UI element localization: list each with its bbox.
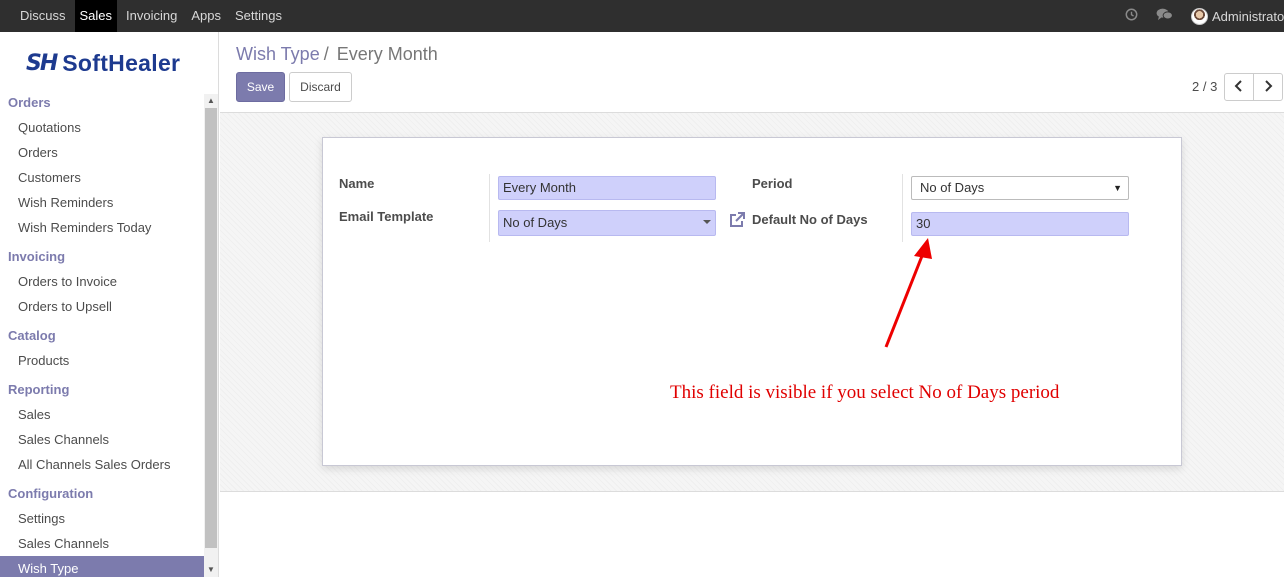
sidebar-item-wish-reminders-today[interactable]: Wish Reminders Today xyxy=(0,215,204,240)
period-select[interactable]: No of Days ▼ xyxy=(911,176,1129,200)
external-link-icon[interactable] xyxy=(728,211,746,229)
sidebar-item-orders-to-upsell[interactable]: Orders to Upsell xyxy=(0,294,204,319)
user-avatar[interactable] xyxy=(1191,7,1208,25)
sidebar-item-settings[interactable]: Settings xyxy=(0,506,204,531)
pager-value[interactable]: 2 / 3 xyxy=(1192,79,1217,94)
period-value: No of Days xyxy=(920,180,985,195)
name-label: Name xyxy=(339,176,375,191)
nav-invoicing[interactable]: Invoicing xyxy=(121,0,182,32)
sidebar-item-customers[interactable]: Customers xyxy=(0,165,204,190)
sidebar-item-products[interactable]: Products xyxy=(0,348,204,373)
annotation-text: This field is visible if you select No o… xyxy=(670,382,1060,403)
nav-discuss[interactable]: Discuss xyxy=(15,0,71,32)
select-caret-icon: ▼ xyxy=(1113,183,1122,193)
scroll-down-icon[interactable]: ▼ xyxy=(204,563,218,577)
sidebar-section-reporting: Reporting xyxy=(8,382,70,397)
scroll-up-icon[interactable]: ▲ xyxy=(204,94,218,108)
dropdown-caret-icon xyxy=(703,220,711,224)
sidebar-item-sales[interactable]: Sales xyxy=(0,402,204,427)
form-sheet: Name Every Month Email Template No of Da… xyxy=(322,137,1182,466)
top-navbar: Discuss Sales Invoicing Apps Settings Ad… xyxy=(0,0,1284,32)
column-divider-left xyxy=(489,174,490,242)
sidebar-scrollbar[interactable]: ▲ ▼ xyxy=(204,94,218,577)
company-logo: SH SoftHealer xyxy=(26,50,180,76)
email-template-select[interactable]: No of Days xyxy=(498,210,716,236)
sidebar-item-orders-to-invoice[interactable]: Orders to Invoice xyxy=(0,269,204,294)
pager-previous-button[interactable] xyxy=(1224,73,1254,101)
breadcrumb: Wish Type / Every Month xyxy=(236,44,438,65)
nav-apps[interactable]: Apps xyxy=(186,0,226,32)
chevron-right-icon xyxy=(1265,80,1273,92)
scroll-thumb[interactable] xyxy=(205,108,217,548)
sidebar-item-wish-reminders[interactable]: Wish Reminders xyxy=(0,190,204,215)
sidebar-item-wish-type[interactable]: Wish Type xyxy=(0,556,204,577)
logo-mark: SH xyxy=(26,50,58,76)
save-button[interactable]: Save xyxy=(236,72,285,102)
app-menu: Discuss Sales Invoicing Apps Settings xyxy=(15,0,291,32)
sidebar-menu: Orders Quotations Orders Customers Wish … xyxy=(0,90,204,577)
sidebar-item-config-sales-channels[interactable]: Sales Channels xyxy=(0,531,204,556)
sidebar: SH SoftHealer Orders Quotations Orders C… xyxy=(0,32,219,577)
nav-settings[interactable]: Settings xyxy=(230,0,287,32)
breadcrumb-separator: / xyxy=(323,44,329,64)
clock-icon[interactable] xyxy=(1125,8,1138,24)
sidebar-section-orders: Orders xyxy=(8,95,51,110)
breadcrumb-current: Every Month xyxy=(336,44,438,64)
sidebar-item-quotations[interactable]: Quotations xyxy=(0,115,204,140)
logo-text: SoftHealer xyxy=(62,49,181,76)
email-template-label: Email Template xyxy=(339,209,434,224)
column-divider-right xyxy=(902,174,903,242)
control-panel: Wish Type / Every Month Save Discard 2 /… xyxy=(220,32,1284,113)
discard-button[interactable]: Discard xyxy=(289,72,352,102)
chat-icon[interactable] xyxy=(1156,8,1173,24)
sidebar-item-orders[interactable]: Orders xyxy=(0,140,204,165)
default-no-of-days-input[interactable]: 30 xyxy=(911,212,1129,236)
navbar-systray: Administrator xyxy=(1125,0,1284,32)
sidebar-section-invoicing: Invoicing xyxy=(8,249,66,264)
sidebar-item-sales-channels[interactable]: Sales Channels xyxy=(0,427,204,452)
breadcrumb-parent[interactable]: Wish Type xyxy=(236,44,320,65)
sidebar-section-configuration: Configuration xyxy=(8,486,94,501)
name-input[interactable]: Every Month xyxy=(498,176,716,200)
period-label: Period xyxy=(752,176,793,191)
chevron-left-icon xyxy=(1234,80,1242,92)
nav-sales[interactable]: Sales xyxy=(74,0,118,32)
sidebar-item-all-channels-sales-orders[interactable]: All Channels Sales Orders xyxy=(0,452,204,477)
email-template-value: No of Days xyxy=(503,215,568,230)
pager-next-button[interactable] xyxy=(1253,73,1283,101)
user-menu[interactable]: Administrator xyxy=(1212,9,1284,24)
sidebar-section-catalog: Catalog xyxy=(8,328,56,343)
default-no-of-days-label: Default No of Days xyxy=(752,212,868,227)
